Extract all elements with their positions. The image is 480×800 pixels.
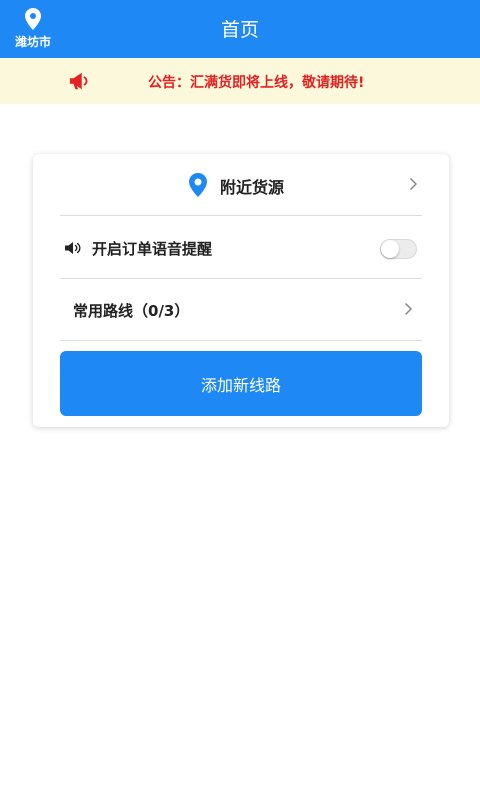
chevron-right-icon bbox=[409, 177, 418, 191]
voice-reminder-label: 开启订单语音提醒 bbox=[92, 240, 213, 258]
page-title: 首页 bbox=[220, 19, 259, 41]
nearby-cargo-row[interactable]: 附近货源 bbox=[60, 154, 422, 216]
speaker-icon bbox=[65, 242, 81, 254]
main-card: 附近货源 开启订单语音提醒 常用路线（0/3） 添加新线路 bbox=[33, 154, 449, 427]
announcement-bar: 公告：汇满货即将上线，敬请期待! bbox=[0, 58, 480, 104]
common-routes-row[interactable]: 常用路线（0/3） bbox=[60, 278, 422, 340]
chevron-right-icon bbox=[404, 302, 413, 316]
toggle-knob bbox=[381, 240, 399, 258]
announcement-text: 公告：汇满货即将上线，敬请期待! bbox=[148, 75, 365, 91]
voice-reminder-toggle[interactable] bbox=[380, 239, 417, 259]
common-routes-label: 常用路线（0/3） bbox=[73, 302, 190, 320]
nearby-cargo-label: 附近货源 bbox=[220, 178, 285, 197]
location-pin-icon bbox=[189, 173, 207, 197]
voice-reminder-row: 开启订单语音提醒 bbox=[60, 216, 422, 278]
megaphone-icon bbox=[69, 72, 88, 90]
divider bbox=[60, 340, 422, 341]
add-route-button[interactable]: 添加新线路 bbox=[60, 351, 422, 416]
top-bar: 潍坊市 首页 bbox=[0, 0, 480, 58]
